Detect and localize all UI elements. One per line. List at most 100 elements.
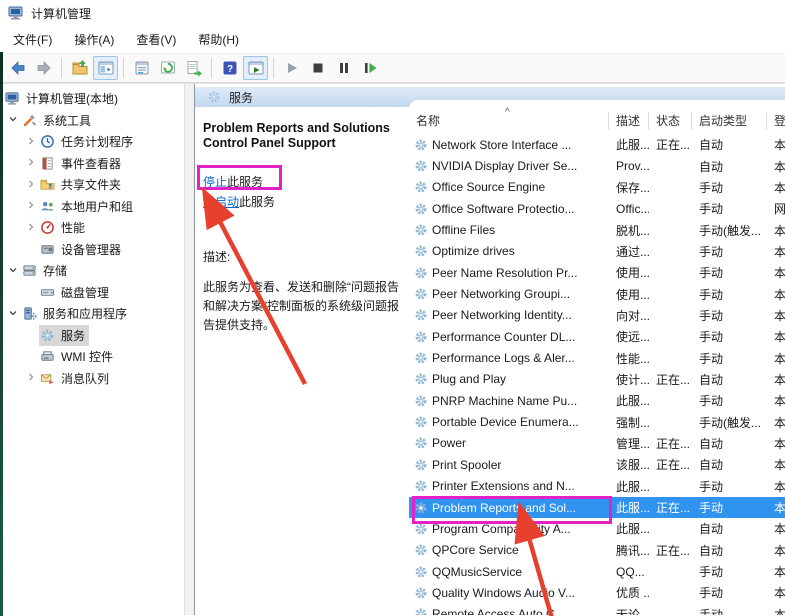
service-row[interactable]: Office Source Engine保存...手动本 [409,177,785,198]
chevron-right-icon[interactable] [22,135,39,149]
restart-service-link[interactable]: 重启动此服务 [203,192,405,212]
service-description: 脱机... [609,222,649,239]
tree-scrollbar[interactable] [184,84,194,615]
forward-icon[interactable] [31,56,56,80]
help-icon[interactable]: ? [217,56,242,80]
chevron-right-icon[interactable] [22,156,39,170]
service-name: Printer Extensions and N... [432,479,575,493]
service-startup-type: 手动 [692,179,767,196]
service-description: 使用... [609,286,649,303]
service-row[interactable]: QPCore Service腾讯...正在...自动本 [409,540,785,561]
tree-item-label: WMI 控件 [61,348,113,365]
service-logon-as: 本 [767,584,785,601]
service-row[interactable]: Performance Logs & Aler...性能...手动本 [409,347,785,368]
tree-item-event-viewer[interactable]: 事件查看器 [0,153,184,175]
service-name: Offline Files [432,223,495,237]
tree-item-shared-folders[interactable]: 共享文件夹 [0,174,184,196]
service-logon-as: 本 [767,435,785,452]
show-action-pane-icon[interactable] [243,56,268,80]
service-gear-icon [414,543,428,557]
service-row[interactable]: Performance Counter DL...使远...手动本 [409,326,785,347]
tree-item-label: 设备管理器 [61,241,121,258]
tree-item-wmi[interactable]: WMI 控件 [0,346,184,368]
tree-item-content: 服务 [39,325,89,346]
folder-up-icon[interactable] [67,56,92,80]
tree-item-storage[interactable]: 存储 [0,260,184,282]
service-row[interactable]: Printer Extensions and N...此服...手动本 [409,476,785,497]
column-header-1[interactable]: 描述 [609,112,649,130]
tree-item-local-users[interactable]: 本地用户和组 [0,196,184,218]
tree-item-system-tools[interactable]: 系统工具 [0,110,184,132]
tree-item-device-manager[interactable]: 设备管理器 [0,239,184,261]
refresh-icon[interactable] [155,56,180,80]
tree-item-services-apps[interactable]: 服务和应用程序 [0,303,184,325]
service-row[interactable]: Peer Networking Groupi...使用...手动本 [409,283,785,304]
chevron-right-icon[interactable] [22,221,39,235]
service-row[interactable]: Quality Windows Audio V...优质 ...手动本 [409,582,785,603]
service-logon-as: 本 [767,328,785,345]
service-row[interactable]: Portable Device Enumera...强制...手动(触发...本 [409,411,785,432]
service-startup-type: 手动(触发... [692,414,767,431]
tree-item-content: 存储 [21,260,71,281]
export-list-icon[interactable] [181,56,206,80]
chevron-down-icon[interactable] [4,113,21,127]
service-row[interactable]: PNRP Machine Name Pu...此服...手动本 [409,390,785,411]
service-row[interactable]: Peer Networking Identity...向对...手动本 [409,305,785,326]
service-row[interactable]: Optimize drives通过...手动本 [409,241,785,262]
show-console-tree-icon[interactable] [93,56,118,80]
tree-item-task-scheduler[interactable]: 任务计划程序 [0,131,184,153]
task-scheduler-icon [40,134,58,149]
column-header-3[interactable]: 启动类型 [692,112,767,130]
tree-item-message-queue[interactable]: 消息队列 [0,368,184,390]
service-row[interactable]: Program Compatibility A...此服...自动本 [409,518,785,539]
service-row[interactable]: Plug and Play使计...正在...自动本 [409,369,785,390]
disk-management-icon [40,285,58,300]
service-logon-as: 本 [767,222,785,239]
tree-item-services[interactable]: 服务 [0,325,184,347]
service-row[interactable]: Offline Files脱机...手动(触发...本 [409,219,785,240]
service-name: Peer Name Resolution Pr... [432,266,577,280]
column-header-4[interactable]: 登 [767,112,785,130]
window-edge [0,52,3,616]
menu-help[interactable]: 帮助(H) [187,27,250,52]
menu-action[interactable]: 操作(A) [63,27,125,52]
chevron-right-icon[interactable] [22,199,39,213]
chevron-right-icon[interactable] [22,178,39,192]
tree-item-performance[interactable]: 性能 [0,217,184,239]
service-action-links: 停止此服务 重启动此服务 [203,172,405,212]
main-area: 计算机管理(本地)系统工具任务计划程序事件查看器共享文件夹本地用户和组性能设备管… [0,83,785,615]
service-row[interactable]: QQMusicServiceQQ...手动本 [409,561,785,582]
service-row[interactable]: Remote Access Auto C...无论...手动本 [409,604,785,615]
properties-icon[interactable] [129,56,154,80]
chevron-right-icon[interactable] [22,371,39,385]
chevron-down-icon[interactable] [4,307,21,321]
service-logon-as: 本 [767,414,785,431]
tree-item-disk-management[interactable]: 磁盘管理 [0,282,184,304]
chevron-down-icon[interactable] [4,264,21,278]
menu-view[interactable]: 查看(V) [125,27,187,52]
service-row[interactable]: Print Spooler该服...正在...自动本 [409,454,785,475]
service-row[interactable]: Network Store Interface ...此服...正在...自动本 [409,134,785,155]
stop-service-link[interactable]: 停止此服务 [203,172,405,192]
column-header-2[interactable]: 状态 [649,112,692,130]
toolbar-separator [61,58,62,78]
service-startup-type: 手动 [692,563,767,580]
service-row[interactable]: Office Software Protectio...Offic...手动网 [409,198,785,219]
restart-link-action[interactable]: 重启动 [203,195,239,209]
service-name: Performance Counter DL... [432,330,575,344]
back-icon[interactable] [5,56,30,80]
restart-service-icon[interactable] [357,56,382,80]
service-row[interactable]: Problem Reports and Sol...此服...正在...手动本 [409,497,785,518]
tree-item-content: 计算机管理(本地) [4,88,122,109]
service-row[interactable]: NVIDIA Display Driver Se...Prov...自动本 [409,155,785,176]
service-description: QQ... [609,565,649,579]
service-row[interactable]: Power管理...正在...自动本 [409,433,785,454]
tree-item-computer[interactable]: 计算机管理(本地) [0,88,184,110]
start-service-icon[interactable] [279,56,304,80]
menu-file[interactable]: 文件(F) [2,27,63,52]
stop-link-action[interactable]: 停止 [203,175,227,189]
stop-service-icon[interactable] [305,56,330,80]
service-gear-icon [414,202,428,216]
service-row[interactable]: Peer Name Resolution Pr...使用...手动本 [409,262,785,283]
pause-service-icon[interactable] [331,56,356,80]
